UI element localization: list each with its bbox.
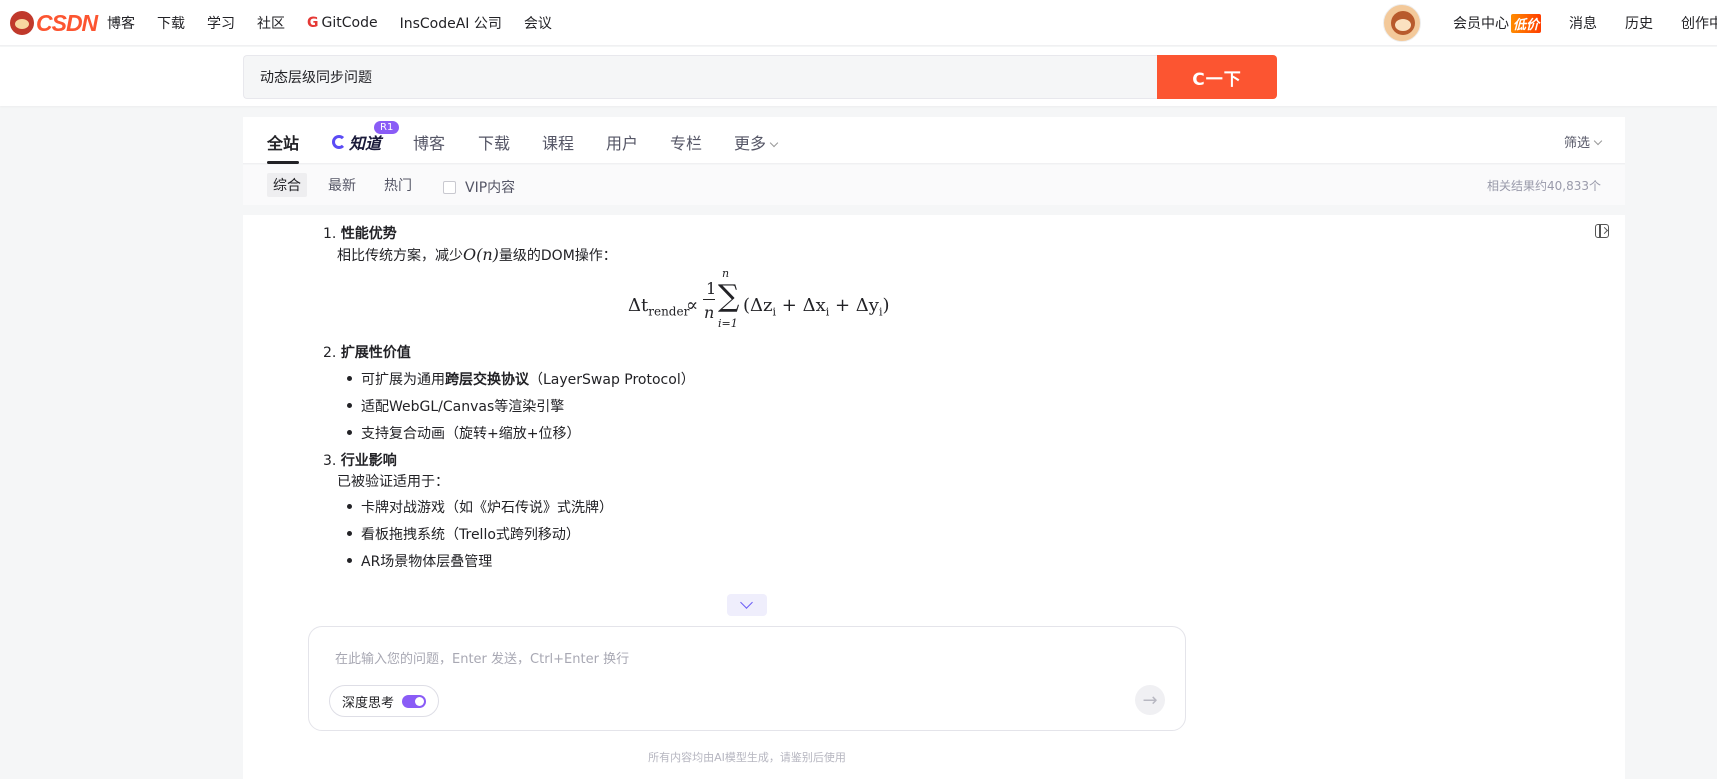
tab-download[interactable]: 下载 bbox=[478, 130, 510, 154]
tab-column[interactable]: 专栏 bbox=[670, 130, 702, 154]
nav-blog[interactable]: 博客 bbox=[107, 13, 135, 33]
section-number: 2. bbox=[323, 345, 337, 361]
formula: Δtrender ∝ 1 n n ∑ i=1 (Δzi + Δxi + Δyi) bbox=[628, 267, 928, 339]
vip-price-badge: 低价 bbox=[1510, 13, 1541, 33]
top-navigation: CSDN 博客 下载 学习 社区 G GitCode InsCodeAI 公司 会… bbox=[0, 0, 1717, 46]
avatar[interactable] bbox=[1382, 4, 1421, 42]
messages-link[interactable]: 消息 bbox=[1569, 13, 1597, 33]
search-bar: 动态层级同步问题 C一下 bbox=[0, 47, 1717, 106]
formula-denominator: n bbox=[704, 303, 715, 322]
question-input-box: 在此输入您的问题，Enter 发送，Ctrl+Enter 换行 深度思考 → bbox=[308, 626, 1186, 731]
inline-math: O(n) bbox=[463, 245, 499, 264]
sum-icon: ∑ bbox=[718, 279, 740, 314]
section-number: 3. bbox=[323, 453, 337, 469]
sort-comprehensive[interactable]: 综合 bbox=[267, 173, 307, 197]
nav-meeting[interactable]: 会议 bbox=[524, 13, 552, 33]
list-item: 支持复合动画（旋转+缩放+位移） bbox=[347, 423, 580, 443]
section-text: 已被验证适用于： bbox=[337, 474, 449, 490]
logo-text: CSDN bbox=[36, 9, 98, 36]
formula-term: ) bbox=[882, 295, 890, 316]
text-fragment: （LayerSwap Protocol） bbox=[529, 372, 695, 388]
vip-filter-label: VIP内容 bbox=[465, 180, 516, 196]
sort-hot[interactable]: 热门 bbox=[384, 175, 412, 195]
checkbox-icon bbox=[443, 180, 456, 194]
gitcode-icon: G bbox=[307, 15, 319, 31]
formula-relation: ∝ bbox=[686, 295, 699, 316]
chevron-down-icon bbox=[769, 138, 779, 148]
section-title-text: 行业影响 bbox=[340, 453, 397, 469]
list-item: 看板拖拽系统（Trello式跨列移动） bbox=[347, 524, 580, 544]
formula-term: + Δx bbox=[776, 295, 826, 316]
filter-label: 筛选 bbox=[1563, 136, 1590, 151]
tab-more[interactable]: 更多 bbox=[734, 130, 779, 154]
result-count: 相关结果约40,833个 bbox=[1487, 179, 1601, 193]
nav-gitcode-label: GitCode bbox=[321, 15, 378, 31]
tab-zhidao[interactable]: 知道 bbox=[332, 130, 381, 154]
ai-answer-panel: 1. 性能优势 相比传统方案，减少O(n)量级的DOM操作： Δtrender … bbox=[243, 215, 1625, 779]
fraction-bar bbox=[703, 299, 715, 300]
nav-community[interactable]: 社区 bbox=[257, 13, 285, 33]
tab-blog[interactable]: 博客 bbox=[413, 130, 445, 154]
sort-latest[interactable]: 最新 bbox=[328, 175, 356, 195]
vip-filter-checkbox[interactable]: VIP内容 bbox=[443, 177, 515, 197]
tab-all[interactable]: 全站 bbox=[267, 130, 299, 154]
ai-disclaimer: 所有内容均由AI模型生成，请鉴别后使用 bbox=[648, 751, 846, 764]
tab-more-label: 更多 bbox=[734, 134, 767, 153]
formula-numerator: 1 bbox=[706, 279, 717, 298]
section-title-text: 扩展性价值 bbox=[340, 345, 411, 361]
vip-center-link[interactable]: 会员中心 低价 bbox=[1453, 13, 1541, 33]
list-item: AR场景物体层叠管理 bbox=[347, 551, 492, 571]
section-title-text: 性能优势 bbox=[340, 226, 397, 242]
sum-lower: i=1 bbox=[718, 317, 738, 330]
zhidao-logo-icon bbox=[332, 135, 346, 149]
text-fragment: 量级的DOM操作： bbox=[498, 248, 617, 264]
filter-button[interactable]: 筛选 bbox=[1563, 132, 1603, 151]
nav-download[interactable]: 下载 bbox=[157, 13, 185, 33]
search-input[interactable]: 动态层级同步问题 bbox=[243, 55, 1158, 99]
main-nav: 博客 下载 学习 社区 G GitCode InsCodeAI 公司 会议 bbox=[107, 0, 574, 46]
text-fragment: 相比传统方案，减少 bbox=[337, 248, 463, 264]
section-number: 1. bbox=[323, 226, 337, 242]
tab-zhidao-label: 知道 bbox=[349, 134, 382, 153]
sort-tabs: 综合 最新 热门 VIP内容 相关结果约40,833个 bbox=[243, 165, 1625, 205]
vip-center-label: 会员中心 bbox=[1452, 16, 1509, 32]
nav-inscode[interactable]: InsCodeAI 公司 bbox=[400, 13, 502, 33]
deep-think-toggle[interactable]: 深度思考 bbox=[329, 685, 440, 717]
result-tabs: 全站 知道 R1 博客 下载 课程 用户 专栏 更多 筛选 bbox=[243, 117, 1625, 164]
chevron-down-icon bbox=[1593, 136, 1603, 146]
csdn-logo[interactable]: CSDN bbox=[10, 9, 98, 36]
tab-course[interactable]: 课程 bbox=[542, 130, 574, 154]
send-button[interactable]: → bbox=[1135, 685, 1165, 715]
active-tab-indicator bbox=[267, 161, 299, 164]
arrow-right-icon: → bbox=[1142, 689, 1158, 711]
section-title: 2. 扩展性价值 bbox=[323, 342, 411, 362]
section-title: 3. 行业影响 bbox=[323, 450, 397, 470]
list-item: 可扩展为通用跨层交换协议（LayerSwap Protocol） bbox=[347, 369, 695, 389]
toggle-switch-icon bbox=[402, 694, 427, 708]
list-item: 适配WebGL/Canvas等渲染引擎 bbox=[347, 396, 564, 416]
nav-gitcode[interactable]: G GitCode bbox=[307, 15, 378, 31]
section-text: 相比传统方案，减少O(n)量级的DOM操作： bbox=[337, 245, 617, 265]
section-title: 1. 性能优势 bbox=[323, 223, 397, 243]
text-fragment: 可扩展为通用 bbox=[361, 372, 445, 388]
expand-answer-button[interactable] bbox=[727, 594, 767, 616]
user-nav: 会员中心低价 消息 历史 创作中心 bbox=[1382, 0, 1717, 46]
results-panel: 全站 知道 R1 博客 下载 课程 用户 专栏 更多 筛选 综合 最新 热门 V… bbox=[243, 117, 1625, 779]
r1-badge: R1 bbox=[374, 121, 400, 134]
formula-lhs: Δt bbox=[628, 295, 649, 316]
formula-sub: render bbox=[648, 304, 690, 319]
question-input[interactable]: 在此输入您的问题，Enter 发送，Ctrl+Enter 换行 bbox=[335, 648, 629, 667]
nav-learn[interactable]: 学习 bbox=[207, 13, 235, 33]
text-bold: 跨层交换协议 bbox=[445, 372, 529, 388]
list-item: 卡牌对战游戏（如《炉石传说》式洗牌） bbox=[347, 497, 613, 517]
formula-term: + Δy bbox=[829, 295, 879, 316]
tab-user[interactable]: 用户 bbox=[606, 130, 638, 154]
search-button[interactable]: C一下 bbox=[1157, 55, 1277, 99]
formula-term: (Δz bbox=[743, 295, 773, 316]
expand-panel-icon[interactable] bbox=[1595, 224, 1609, 238]
create-center-link[interactable]: 创作中心 bbox=[1681, 13, 1717, 33]
deep-think-label: 深度思考 bbox=[342, 695, 395, 711]
history-link[interactable]: 历史 bbox=[1625, 13, 1653, 33]
mascot-icon bbox=[10, 11, 34, 35]
